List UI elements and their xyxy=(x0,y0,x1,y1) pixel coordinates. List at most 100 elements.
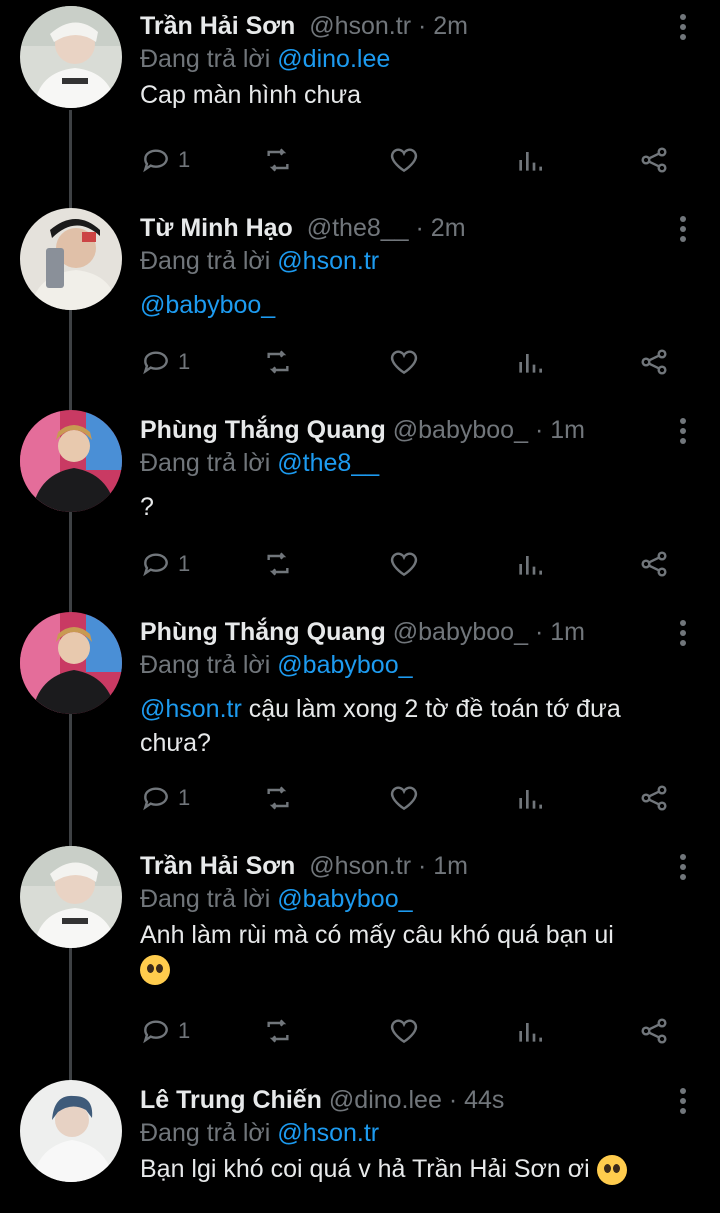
retweet-button[interactable] xyxy=(262,344,294,380)
reply-button[interactable]: 1 xyxy=(140,780,190,816)
reply-button[interactable]: 1 xyxy=(140,142,190,178)
analytics-icon xyxy=(519,1023,542,1042)
tweet-text: Bạn lgi khó coi quá v hả Trần Hải Sơn ơi xyxy=(140,1152,680,1186)
author-handle[interactable]: @dino.lee xyxy=(329,1086,442,1114)
views-button[interactable] xyxy=(514,780,546,816)
separator-dot: · xyxy=(534,416,544,444)
analytics-icon xyxy=(519,556,542,575)
author-handle[interactable]: @hson.tr xyxy=(309,12,411,40)
smiling-face-with-hearts-icon xyxy=(596,1155,627,1186)
reply-icon xyxy=(143,787,168,811)
avatar[interactable] xyxy=(20,410,122,512)
author-name[interactable]: Phùng Thắng Quang xyxy=(140,618,386,646)
tweet-mention[interactable]: @babyboo_ xyxy=(140,291,275,319)
share-button[interactable] xyxy=(638,142,670,178)
more-options-icon[interactable] xyxy=(678,216,688,244)
more-options-icon[interactable] xyxy=(678,1088,688,1116)
like-button[interactable] xyxy=(388,344,420,380)
replying-label: Đang trả lời xyxy=(140,45,271,73)
reply-count: 1 xyxy=(178,551,191,576)
timestamp[interactable]: 1m xyxy=(433,852,468,880)
share-icon xyxy=(641,551,667,577)
timestamp[interactable]: 2m xyxy=(431,214,466,242)
author-name[interactable]: Trần Hải Sơn xyxy=(140,852,295,880)
avatar[interactable] xyxy=(20,612,122,714)
analytics-icon xyxy=(519,152,542,171)
retweet-button[interactable] xyxy=(262,780,294,816)
author-handle[interactable]: @hson.tr xyxy=(309,852,411,880)
replying-label: Đang trả lời xyxy=(140,449,271,477)
reply-to-mention[interactable]: @babyboo_ xyxy=(277,651,412,679)
reply-count: 1 xyxy=(178,785,191,810)
share-button[interactable] xyxy=(638,1013,670,1049)
views-button[interactable] xyxy=(514,142,546,178)
reply-to-mention[interactable]: @hson.tr xyxy=(277,1119,379,1147)
author-name[interactable]: Từ Minh Hạo xyxy=(140,214,293,242)
tweet-text: Anh làm rùi mà có mấy câu khó quá bạn ui xyxy=(140,918,680,986)
replying-label: Đang trả lời xyxy=(140,1119,271,1147)
timestamp[interactable]: 44s xyxy=(464,1086,504,1114)
timestamp[interactable]: 1m xyxy=(550,416,585,444)
more-options-icon[interactable] xyxy=(678,14,688,42)
like-button[interactable] xyxy=(388,780,420,816)
avatar[interactable] xyxy=(20,208,122,310)
author-name[interactable]: Lê Trung Chiến xyxy=(140,1086,322,1114)
tweet-actions: 1 xyxy=(140,546,680,582)
avatar[interactable] xyxy=(20,1080,122,1182)
avatar[interactable] xyxy=(20,846,122,948)
reply-button[interactable]: 1 xyxy=(140,546,190,582)
retweet-icon xyxy=(267,786,289,810)
timestamp[interactable]: 1m xyxy=(550,618,585,646)
share-icon xyxy=(641,349,667,375)
retweet-icon xyxy=(267,350,289,374)
reply-to-mention[interactable]: @babyboo_ xyxy=(277,885,412,913)
tweet-text: ? xyxy=(140,490,680,524)
views-button[interactable] xyxy=(514,1013,546,1049)
analytics-icon xyxy=(519,354,542,373)
author-handle[interactable]: @babyboo_ xyxy=(393,618,528,646)
like-button[interactable] xyxy=(388,1013,420,1049)
reply-to-mention[interactable]: @hson.tr xyxy=(277,247,379,275)
tweet-text: @hson.tr cậu làm xong 2 tờ đề toán tớ đư… xyxy=(140,692,680,760)
like-button[interactable] xyxy=(388,546,420,582)
separator-dot: · xyxy=(448,1086,458,1114)
reply-count: 1 xyxy=(178,147,191,172)
reply-to-mention[interactable]: @dino.lee xyxy=(277,45,390,73)
views-button[interactable] xyxy=(514,344,546,380)
retweet-button[interactable] xyxy=(262,546,294,582)
reply-icon xyxy=(143,1020,168,1044)
timestamp[interactable]: 2m xyxy=(433,12,468,40)
more-options-icon[interactable] xyxy=(678,854,688,882)
tweet-text-content: Anh làm rùi mà có mấy câu khó quá bạn ui xyxy=(140,921,614,949)
retweet-button[interactable] xyxy=(262,142,294,178)
heart-icon xyxy=(390,350,418,375)
tweet-actions: 1 xyxy=(140,780,680,816)
like-button[interactable] xyxy=(388,142,420,178)
replying-label: Đang trả lời xyxy=(140,651,271,679)
avatar[interactable] xyxy=(20,6,122,108)
more-options-icon[interactable] xyxy=(678,418,688,446)
author-handle[interactable]: @the8__ xyxy=(307,214,409,242)
reply-button[interactable]: 1 xyxy=(140,1013,190,1049)
tweet-actions: 1 xyxy=(140,1013,680,1049)
reply-button[interactable]: 1 xyxy=(140,344,190,380)
author-handle[interactable]: @babyboo_ xyxy=(393,416,528,444)
share-button[interactable] xyxy=(638,546,670,582)
replying-label: Đang trả lời xyxy=(140,885,271,913)
more-options-icon[interactable] xyxy=(678,620,688,648)
retweet-button[interactable] xyxy=(262,1013,294,1049)
reply-icon xyxy=(143,553,168,577)
tweet-mention[interactable]: @hson.tr xyxy=(140,695,242,723)
heart-icon xyxy=(390,1019,418,1044)
share-button[interactable] xyxy=(638,344,670,380)
views-button[interactable] xyxy=(514,546,546,582)
author-name[interactable]: Trần Hải Sơn xyxy=(140,12,295,40)
separator-dot: · xyxy=(417,12,427,40)
share-button[interactable] xyxy=(638,780,670,816)
retweet-icon xyxy=(267,148,289,172)
heart-icon xyxy=(390,786,418,811)
tweet-text-content: Cap màn hình chưa xyxy=(140,81,362,109)
separator-dot: · xyxy=(417,852,427,880)
author-name[interactable]: Phùng Thắng Quang xyxy=(140,416,386,444)
reply-to-mention[interactable]: @the8__ xyxy=(277,449,379,477)
